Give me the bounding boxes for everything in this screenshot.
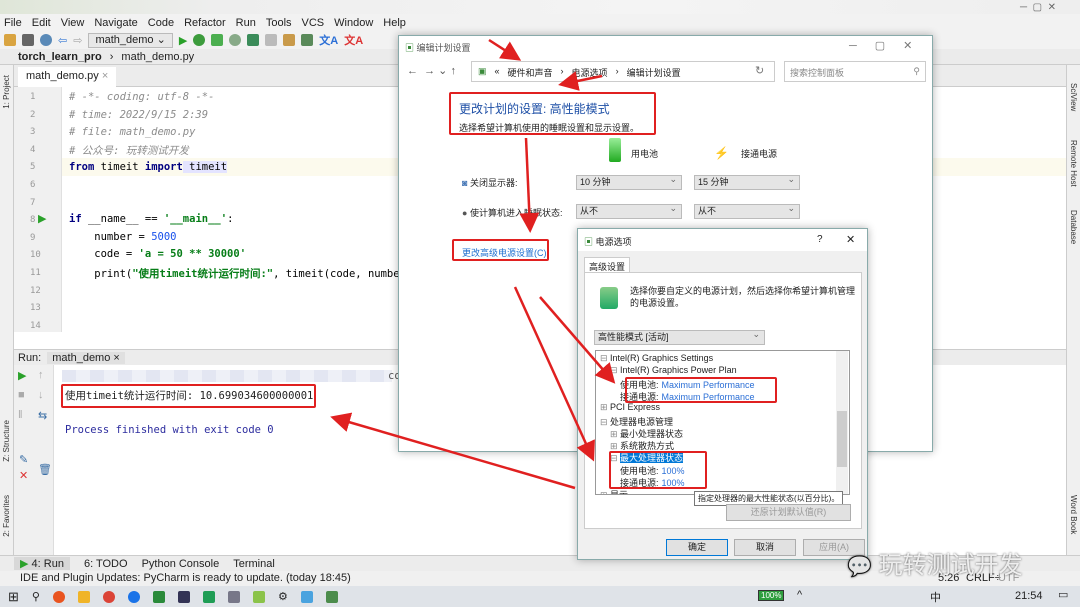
arrow: [519, 137, 540, 233]
annotation-arrows: [330, 38, 616, 490]
arrow: [558, 71, 603, 91]
arrow: [488, 38, 522, 61]
arrow: [330, 412, 576, 490]
